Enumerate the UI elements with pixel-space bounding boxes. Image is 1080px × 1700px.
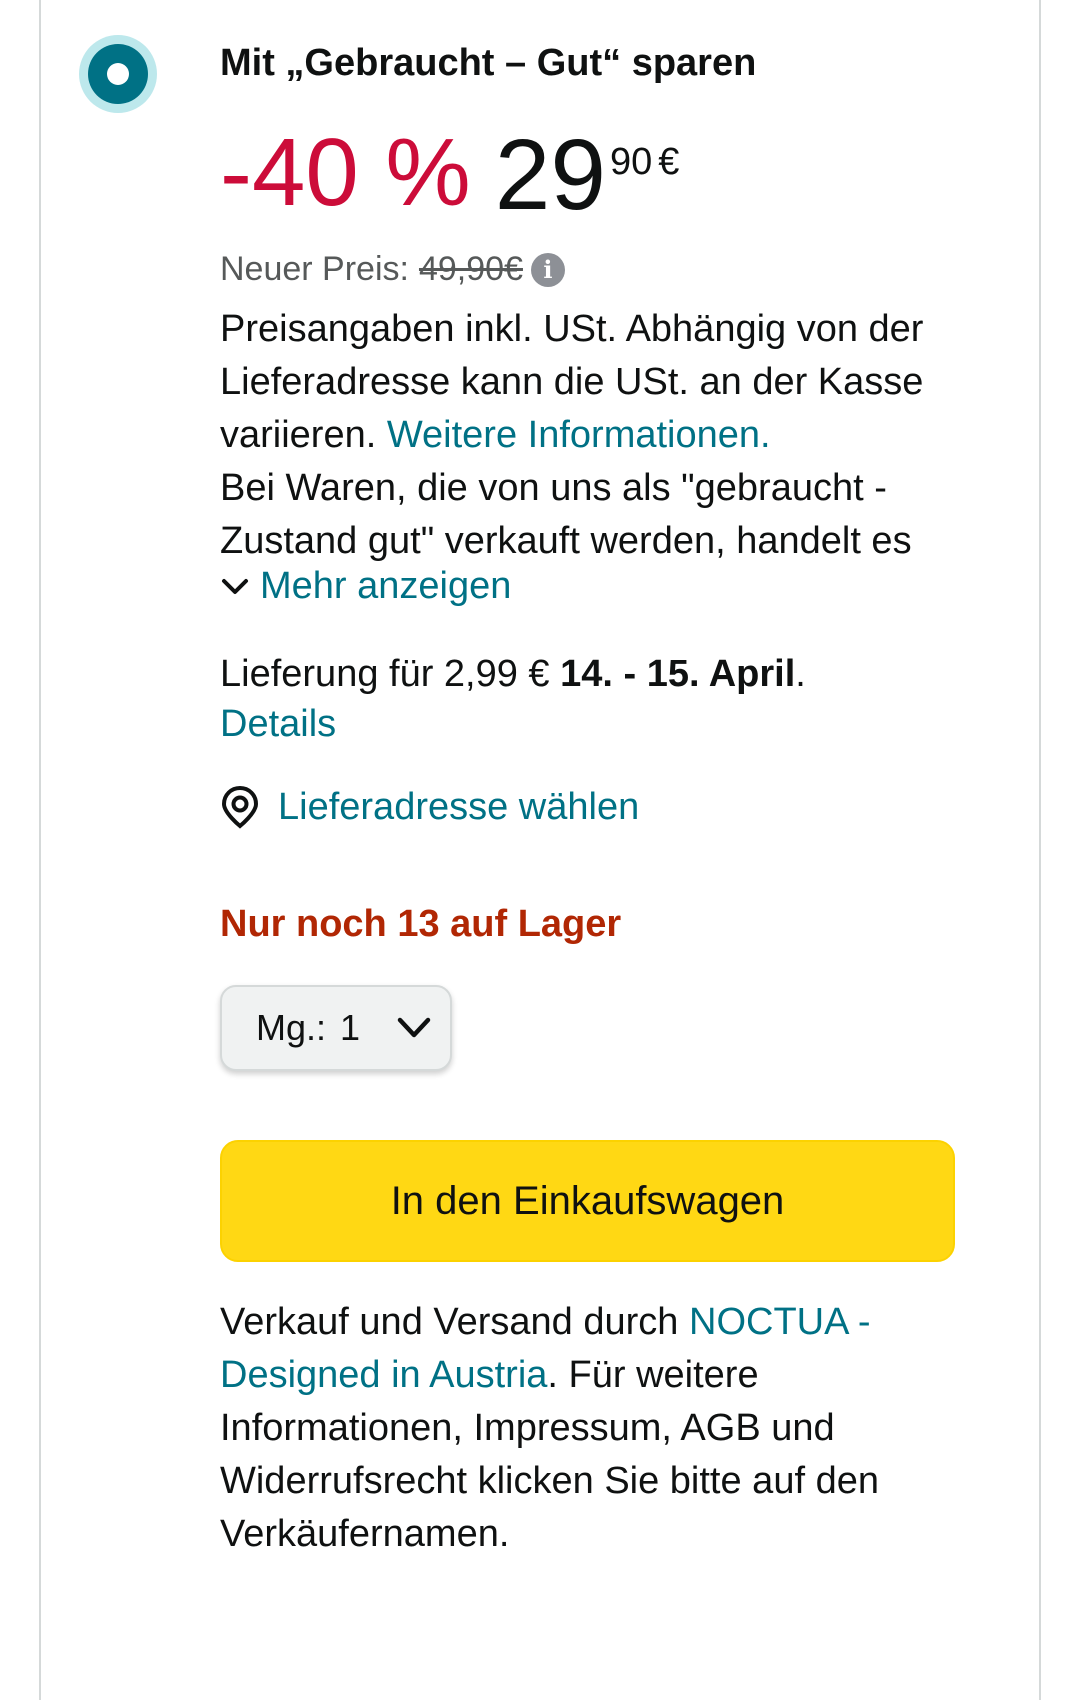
- show-more-link[interactable]: Mehr anzeigen: [220, 565, 511, 608]
- price-fraction: 90: [610, 141, 653, 183]
- seller-prefix: Verkauf und Versand durch: [220, 1301, 679, 1343]
- add-to-cart-button[interactable]: In den Einkaufswagen: [220, 1140, 955, 1262]
- offer-radio-button[interactable]: [79, 35, 157, 113]
- show-more-label: Mehr anzeigen: [260, 565, 512, 607]
- quantity-dropdown[interactable]: Mg.: 1: [220, 985, 452, 1071]
- add-to-cart-label: In den Einkaufswagen: [390, 1178, 785, 1223]
- price-currency: €: [658, 141, 680, 183]
- discount-percent: -40 %: [220, 119, 471, 226]
- quantity-value: 1: [340, 1007, 361, 1048]
- delivery-suffix: .: [795, 653, 806, 695]
- chevron-down-icon: [222, 578, 248, 594]
- dropdown-chevron-icon: [397, 1017, 431, 1038]
- tax-info-text: Preisangaben inkl. USt. Abhängig von der…: [220, 303, 1000, 568]
- list-price: Neuer Preis: 49,90€ i: [220, 250, 565, 289]
- location-pin-icon: [221, 785, 259, 829]
- radio-selected-icon: [88, 44, 148, 104]
- price-whole: 29: [494, 119, 607, 231]
- list-price-value: 49,90€: [418, 250, 523, 288]
- seller-info: Verkauf und Versand durch NOCTUA - Desig…: [220, 1296, 1000, 1561]
- stock-status: Nur noch 13 auf Lager: [220, 903, 622, 945]
- delivery-dates: 14. - 15. April: [560, 653, 796, 695]
- choose-address-label: Lieferadresse wählen: [278, 785, 640, 828]
- delivery-info: Lieferung für 2,99 € 14. - 15. April.: [220, 648, 806, 701]
- condition-text: Bei Waren, die von uns als "gebraucht - …: [220, 467, 912, 562]
- list-price-label: Neuer Preis:: [220, 250, 409, 288]
- info-icon[interactable]: i: [530, 252, 565, 287]
- delivery-details-link[interactable]: Details: [220, 703, 336, 746]
- delivery-prefix: Lieferung für 2,99 €: [220, 653, 550, 695]
- offer-title: Mit „Gebraucht – Gut“ sparen: [220, 42, 757, 84]
- more-info-link[interactable]: Weitere Informationen.: [387, 414, 771, 456]
- choose-address-link[interactable]: Lieferadresse wählen: [220, 785, 639, 829]
- price-row: -40 % 29 90 €: [220, 125, 679, 230]
- quantity-label: Mg.:: [256, 1007, 327, 1048]
